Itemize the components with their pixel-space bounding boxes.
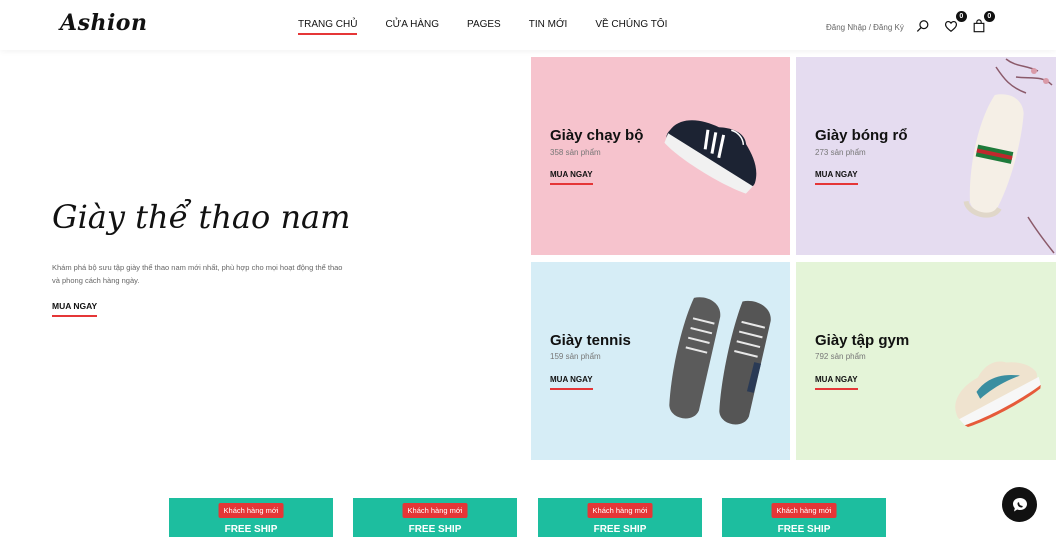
promo-badge: Khách hàng mới <box>587 503 653 518</box>
category-count: 358 sản phẩm <box>550 148 601 157</box>
hero-shop-now-link[interactable]: MUA NGAY <box>52 301 98 317</box>
promo-text: FREE SHIP <box>777 524 831 535</box>
promo-text: FREE SHIP <box>408 524 462 535</box>
category-title: Giày tennis <box>550 332 631 349</box>
header-actions: Đăng Nhập / Đăng Ký 0 0 <box>826 11 995 35</box>
category-shop-now-link[interactable]: MUA NGAY <box>815 170 858 185</box>
nav-item-about[interactable]: VỀ CHÚNG TÔI <box>595 19 667 30</box>
wishlist-button[interactable]: 0 <box>944 11 967 35</box>
promo-badge: Khách hàng mới <box>402 503 468 518</box>
logo[interactable]: Ashion <box>60 10 147 36</box>
hero-title: Giày thể thao nam <box>52 198 351 236</box>
promo-badge: Khách hàng mới <box>771 503 837 518</box>
category-tile-basketball[interactable]: Giày bóng rổ 273 sản phẩm MUA NGAY <box>796 57 1056 255</box>
category-tile-tennis[interactable]: Giày tennis 159 sản phẩm MUA NGAY <box>531 262 790 460</box>
category-count: 159 sản phẩm <box>550 352 601 361</box>
category-tile-gym[interactable]: Giày tập gym 792 sản phẩm MUA NGAY <box>796 262 1056 460</box>
category-shop-now-link[interactable]: MUA NGAY <box>815 375 858 390</box>
nav-item-news[interactable]: TIN MỚI <box>529 19 568 30</box>
bag-icon <box>973 19 985 33</box>
promo-card: Khách hàng mới FREE SHIP <box>538 498 702 537</box>
promo-text: FREE SHIP <box>224 524 278 535</box>
login-register-link[interactable]: Đăng Nhập / Đăng Ký <box>826 23 904 32</box>
promo-card: Khách hàng mới FREE SHIP <box>353 498 517 537</box>
category-title: Giày bóng rổ <box>815 127 908 144</box>
cart-button[interactable]: 0 <box>972 11 995 35</box>
category-count: 273 sản phẩm <box>815 148 866 157</box>
heart-icon <box>944 21 957 32</box>
cart-count-badge: 0 <box>983 11 995 22</box>
nav-item-shop[interactable]: CỬA HÀNG <box>385 19 439 30</box>
category-shop-now-link[interactable]: MUA NGAY <box>550 375 593 390</box>
site-header: Ashion TRANG CHỦ CỬA HÀNG PAGES TIN MỚI … <box>0 0 1056 50</box>
main-nav: TRANG CHỦ CỬA HÀNG PAGES TIN MỚI VỀ CHÚN… <box>298 19 695 35</box>
nav-item-home[interactable]: TRANG CHỦ <box>298 19 358 35</box>
category-shop-now-link[interactable]: MUA NGAY <box>550 170 593 185</box>
category-title: Giày tập gym <box>815 332 910 349</box>
category-title: Giày chạy bộ <box>550 127 644 144</box>
category-tile-running[interactable]: Giày chạy bộ 358 sản phẩm MUA NGAY <box>531 57 790 255</box>
promo-badge: Khách hàng mới <box>218 503 284 518</box>
promo-text: FREE SHIP <box>593 524 647 535</box>
hero-description: Khám phá bộ sưu tập giày thể thao nam mớ… <box>52 263 343 285</box>
running-shoe-image <box>664 120 757 194</box>
search-icon[interactable] <box>916 19 932 35</box>
promo-card: Khách hàng mới FREE SHIP <box>722 498 886 537</box>
wishlist-count-badge: 0 <box>955 11 967 22</box>
category-count: 792 sản phẩm <box>815 352 866 361</box>
chat-icon <box>1012 497 1027 511</box>
gym-shoe-image <box>955 361 1041 427</box>
chat-button[interactable] <box>1002 487 1037 522</box>
tennis-shoes-image <box>669 297 771 425</box>
promo-card: Khách hàng mới FREE SHIP <box>169 498 333 537</box>
nav-item-pages[interactable]: PAGES <box>467 19 501 30</box>
basketball-shoe-image <box>963 58 1055 254</box>
